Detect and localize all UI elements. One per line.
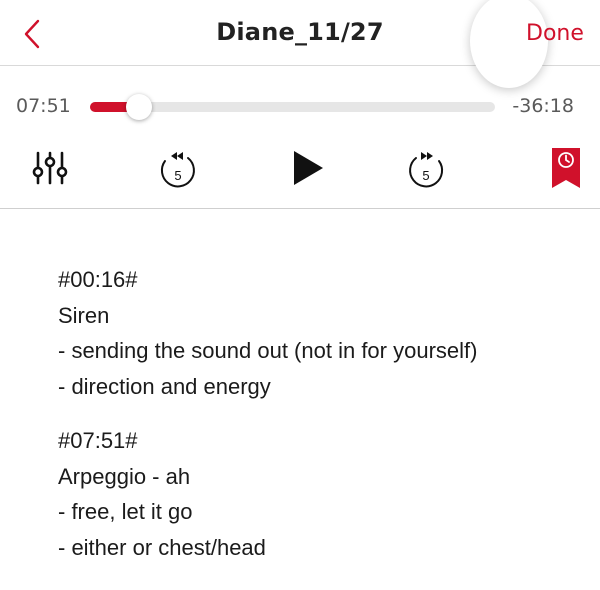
note-line: - free, let it go [58, 499, 193, 524]
note-line: - either or chest/head [58, 534, 266, 560]
elapsed-time: 07:51 [16, 95, 71, 117]
done-button[interactable]: Done [526, 21, 584, 46]
bookmark-button[interactable] [548, 144, 584, 192]
note-line: Siren [58, 302, 110, 328]
sliders-icon [32, 151, 68, 185]
note-block: #00:16# Siren - sending the sound out (not… [58, 262, 588, 404]
top-bar: Diane_11/27 Done [0, 0, 600, 88]
rewind-seconds-label: 5 [174, 168, 181, 183]
note-timestamp[interactable]: #00:16# [58, 262, 588, 298]
note-line: - direction and energy [58, 373, 271, 399]
play-icon [294, 151, 323, 185]
forward-button[interactable]: 5 [403, 144, 449, 194]
play-button[interactable] [286, 146, 330, 190]
rewind-button[interactable]: 5 [155, 144, 201, 194]
note-line: - sending the sound out (not in for your… [58, 338, 478, 363]
skip-forward-5-icon: 5 [409, 152, 444, 188]
skip-back-5-icon: 5 [160, 152, 195, 188]
notes-body[interactable]: #00:16# Siren - sending the sound out (not… [58, 262, 588, 584]
player-controls: 07:51 -36:18 5 5 [0, 66, 600, 209]
note-timestamp[interactable]: #07:51# [58, 423, 588, 459]
progress-slider[interactable] [90, 94, 495, 120]
forward-seconds-label: 5 [422, 168, 429, 183]
progress-thumb[interactable] [126, 94, 152, 120]
equalizer-button[interactable] [28, 146, 72, 190]
bookmark-clock-icon [552, 148, 580, 188]
remaining-time: -36:18 [512, 95, 574, 117]
note-line: Arpeggio - ah [58, 463, 191, 489]
note-block: #07:51# Arpeggio - ah - free, let it go - e… [58, 423, 588, 565]
